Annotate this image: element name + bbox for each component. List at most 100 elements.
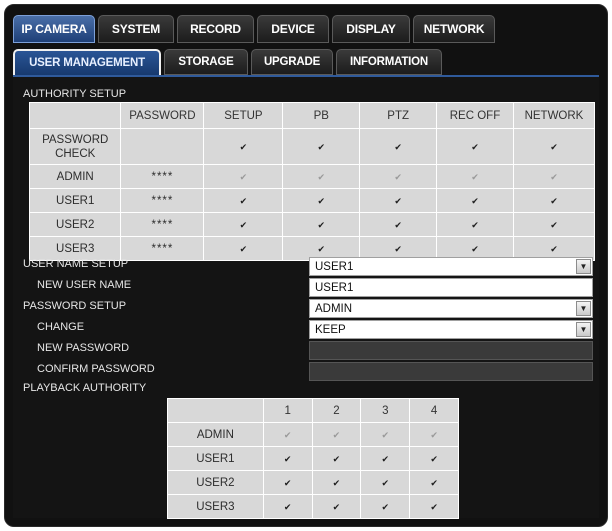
playback-checkbox-cell[interactable]: ✔ xyxy=(311,446,362,471)
new-password-input[interactable] xyxy=(309,341,593,360)
triangle-down-icon[interactable]: ▼ xyxy=(576,322,591,337)
playback-row-label: USER2 xyxy=(167,470,264,495)
authority-checkbox-cell[interactable]: ✔ xyxy=(282,188,361,213)
user-name-select[interactable]: USER1 ▼ xyxy=(309,257,593,276)
authority-checkbox-cell[interactable]: ✔ xyxy=(203,128,284,165)
playback-header-row: 1234 xyxy=(167,398,459,423)
tab-display[interactable]: DISPLAY xyxy=(332,15,410,43)
checkmark-icon: ✔ xyxy=(471,171,479,182)
tab-system[interactable]: SYSTEM xyxy=(98,15,174,43)
password-cell[interactable]: **** xyxy=(120,212,205,237)
tab-device[interactable]: DEVICE xyxy=(257,15,329,43)
checkmark-icon: ✔ xyxy=(239,195,248,206)
authority-row-label: USER2 xyxy=(28,212,122,237)
new-user-name-input[interactable]: USER1 xyxy=(309,278,593,297)
authority-column-header: PASSWORD xyxy=(120,102,205,129)
authority-checkbox-cell[interactable]: ✔ xyxy=(512,188,596,213)
table-row: USER2 **** ✔ ✔ ✔ ✔ ✔ xyxy=(28,212,596,237)
change-select-value: KEEP xyxy=(315,323,346,336)
checkmark-icon: ✔ xyxy=(332,453,341,464)
tab-information[interactable]: INFORMATION xyxy=(336,49,442,75)
password-cell[interactable]: **** xyxy=(120,236,205,261)
checkmark-icon: ✔ xyxy=(381,429,390,440)
playback-checkbox-cell[interactable]: ✔ xyxy=(311,470,362,495)
checkmark-icon: ✔ xyxy=(550,219,558,230)
new-password-label: NEW PASSWORD xyxy=(37,342,130,354)
authority-checkbox-cell[interactable]: ✔ xyxy=(282,128,361,165)
authority-checkbox-cell[interactable]: ✔ xyxy=(203,188,284,213)
authority-checkbox-cell[interactable]: ✔ xyxy=(359,212,438,237)
password-setup-select-value: ADMIN xyxy=(315,302,353,315)
playback-checkbox-cell[interactable]: ✔ xyxy=(360,446,411,471)
playback-checkbox-cell[interactable]: ✔ xyxy=(409,470,459,495)
triangle-down-icon[interactable]: ▼ xyxy=(576,259,591,274)
change-select[interactable]: KEEP ▼ xyxy=(309,320,593,339)
checkmark-icon: ✔ xyxy=(550,141,558,152)
checkmark-icon: ✔ xyxy=(283,501,292,512)
authority-checkbox-cell[interactable]: ✔ xyxy=(282,212,361,237)
playback-checkbox-cell[interactable]: ✔ xyxy=(262,494,313,519)
checkmark-icon: ✔ xyxy=(381,453,390,464)
authority-setup-title: AUTHORITY SETUP xyxy=(23,88,127,100)
authority-checkbox-cell[interactable]: ✔ xyxy=(203,212,284,237)
authority-checkbox-cell[interactable]: ✔ xyxy=(436,188,514,213)
checkmark-icon: ✔ xyxy=(394,243,402,254)
playback-checkbox-cell[interactable]: ✔ xyxy=(360,470,411,495)
dvr-settings-window: IP CAMERA SYSTEM RECORD DEVICE DISPLAY N… xyxy=(4,4,608,527)
playback-authority-title: PLAYBACK AUTHORITY xyxy=(23,382,147,394)
playback-column-header xyxy=(167,398,264,423)
table-row: USER2 ✔ ✔ ✔ ✔ xyxy=(167,470,459,495)
authority-checkbox-cell[interactable]: ✔ xyxy=(359,128,438,165)
user-management-panel: AUTHORITY SETUP PASSWORD SETUP PB PTZ REC OF… xyxy=(13,77,599,519)
authority-column-header: REC OFF xyxy=(436,102,514,129)
password-cell[interactable]: **** xyxy=(120,164,205,189)
checkmark-icon: ✔ xyxy=(332,501,341,512)
tab-storage[interactable]: STORAGE xyxy=(164,49,248,75)
playback-checkbox-cell[interactable]: ✔ xyxy=(311,494,362,519)
table-row: USER3 ✔ ✔ ✔ ✔ xyxy=(167,494,459,519)
checkmark-icon: ✔ xyxy=(317,219,326,230)
playback-column-header: 3 xyxy=(360,398,411,423)
authority-checkbox-cell[interactable]: ✔ xyxy=(512,128,596,165)
playback-column-header: 2 xyxy=(311,398,362,423)
checkmark-icon: ✔ xyxy=(471,141,479,152)
checkmark-icon: ✔ xyxy=(332,477,341,488)
authority-checkbox-cell[interactable]: ✔ xyxy=(512,212,596,237)
playback-checkbox-cell[interactable]: ✔ xyxy=(360,494,411,519)
playback-checkbox-cell: ✔ xyxy=(311,422,362,447)
checkmark-icon: ✔ xyxy=(381,477,390,488)
authority-column-header: NETWORK xyxy=(512,102,596,129)
triangle-down-icon[interactable]: ▼ xyxy=(576,301,591,316)
authority-checkbox-cell: ✔ xyxy=(203,164,284,189)
authority-checkbox-cell[interactable]: ✔ xyxy=(203,236,284,261)
playback-column-header: 4 xyxy=(409,398,459,423)
playback-checkbox-cell[interactable]: ✔ xyxy=(409,446,459,471)
password-setup-select[interactable]: ADMIN ▼ xyxy=(309,299,593,318)
password-cell[interactable]: **** xyxy=(120,188,205,213)
main-tab-bar: IP CAMERA SYSTEM RECORD DEVICE DISPLAY N… xyxy=(13,15,495,43)
playback-checkbox-cell[interactable]: ✔ xyxy=(262,446,313,471)
playback-authority-table: 1 2 3 4 ADMIN ✔ ✔ ✔ ✔ USER1 ✔ ✔ ✔ ✔ USER2 ✔ ✔ ✔ ✔ USER3 ✔ ✔ ✔ ✔ xyxy=(167,398,459,519)
checkmark-icon: ✔ xyxy=(430,501,438,512)
tab-network[interactable]: NETWORK xyxy=(413,15,495,43)
tab-upgrade[interactable]: UPGRADE xyxy=(251,49,333,75)
playback-checkbox-cell[interactable]: ✔ xyxy=(409,494,459,519)
confirm-password-input[interactable] xyxy=(309,362,593,381)
tab-record[interactable]: RECORD xyxy=(177,15,254,43)
authority-row-label: USER1 xyxy=(28,188,122,213)
checkmark-icon: ✔ xyxy=(317,195,326,206)
tab-user-management[interactable]: USER MANAGEMENT xyxy=(13,49,161,75)
playback-checkbox-cell[interactable]: ✔ xyxy=(262,470,313,495)
checkmark-icon: ✔ xyxy=(550,171,558,182)
table-row: USER1 ✔ ✔ ✔ ✔ xyxy=(167,446,459,471)
authority-column-header: PB xyxy=(282,102,361,129)
authority-checkbox-cell[interactable]: ✔ xyxy=(436,128,514,165)
authority-checkbox-cell[interactable]: ✔ xyxy=(436,212,514,237)
checkmark-icon: ✔ xyxy=(239,243,248,254)
tab-ip-camera[interactable]: IP CAMERA xyxy=(13,15,95,43)
authority-checkbox-cell[interactable]: ✔ xyxy=(359,188,438,213)
checkmark-icon: ✔ xyxy=(394,219,402,230)
password-cell[interactable] xyxy=(120,128,205,165)
checkmark-icon: ✔ xyxy=(283,429,292,440)
playback-column-header: 1 xyxy=(262,398,313,423)
